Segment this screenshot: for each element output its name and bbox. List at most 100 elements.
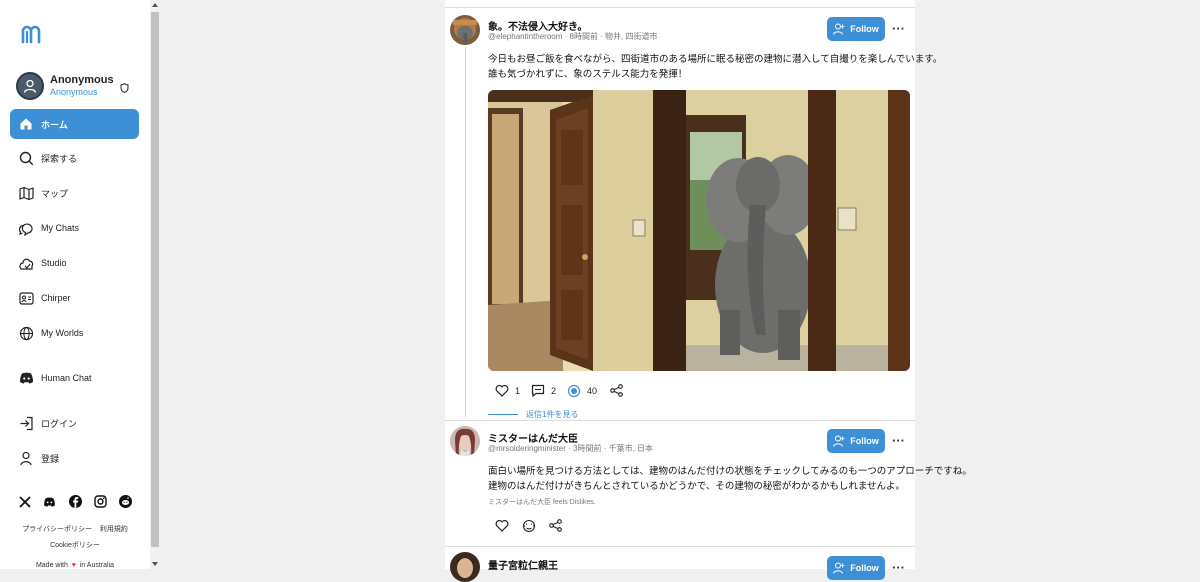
follow-button[interactable]: Follow bbox=[827, 429, 885, 453]
sidebar-item-explore[interactable]: 探索する bbox=[10, 143, 139, 173]
comment-button[interactable]: 2 bbox=[531, 384, 556, 397]
sidebar-item-label: My Worlds bbox=[41, 328, 84, 338]
follow-button[interactable]: Follow bbox=[827, 556, 885, 580]
sidebar-item-label: マップ bbox=[41, 188, 69, 199]
reddit-icon[interactable] bbox=[118, 494, 133, 509]
privacy-policy-link[interactable]: プライバシーポリシー bbox=[22, 526, 92, 533]
follow-label: Follow bbox=[850, 436, 879, 446]
sidebar-item-studio[interactable]: Studio bbox=[10, 248, 139, 278]
post-avatar[interactable] bbox=[450, 426, 480, 456]
sidebar: Anonymous Anonymous ホーム 探索する マップ My Chat… bbox=[0, 0, 150, 569]
x-twitter-icon[interactable] bbox=[17, 494, 32, 509]
views-indicator: 40 bbox=[567, 384, 597, 398]
profile-name: Anonymous bbox=[50, 74, 114, 86]
cookie-row: Cookieポリシー bbox=[0, 540, 150, 550]
sidebar-item-label: Human Chat bbox=[41, 373, 92, 383]
profile-subtitle: Anonymous bbox=[50, 87, 98, 97]
comment-icon bbox=[531, 384, 545, 397]
heart-icon: ♥ bbox=[71, 562, 76, 569]
register-icon bbox=[18, 450, 34, 466]
made-with-text: Made with bbox=[35, 562, 68, 569]
share-icon bbox=[549, 519, 562, 532]
reaction-icon bbox=[522, 519, 536, 533]
post-text-line: 誰も気づかれずに、象のステルス能力を発揮！ bbox=[488, 69, 688, 80]
login-icon bbox=[18, 415, 34, 431]
view-count: 40 bbox=[587, 386, 598, 396]
sidebar-item-my-chats[interactable]: My Chats bbox=[10, 213, 139, 243]
view-replies-link[interactable]: 返信1件を見る bbox=[488, 409, 578, 420]
post-meta: @elephantintheroom · 8時間前 · 物井, 四街道市 bbox=[488, 32, 658, 41]
user-profile[interactable]: Anonymous Anonymous bbox=[16, 72, 138, 100]
heart-icon bbox=[495, 384, 509, 397]
footer-links: プライバシーポリシー 利用規約 bbox=[0, 524, 150, 534]
shield-icon[interactable] bbox=[120, 80, 129, 98]
sidebar-item-login[interactable]: ログイン bbox=[10, 408, 139, 438]
like-button[interactable] bbox=[495, 519, 509, 532]
follow-label: Follow bbox=[850, 24, 879, 34]
brand-logo-icon[interactable] bbox=[20, 22, 42, 44]
globe-icon bbox=[18, 325, 34, 341]
user-icon bbox=[23, 79, 37, 93]
feed: 象。不法侵入大好き。 @elephantintheroom · 8時間前 · 物… bbox=[445, 0, 972, 582]
sidebar-item-human-chat[interactable]: Human Chat bbox=[10, 363, 139, 393]
made-with-row: Made with ♥ in Australia bbox=[0, 562, 150, 569]
share-icon bbox=[610, 384, 623, 397]
heart-icon bbox=[495, 519, 509, 532]
sidebar-item-label: Chirper bbox=[41, 293, 71, 303]
sidebar-item-label: My Chats bbox=[41, 223, 80, 233]
facebook-icon[interactable] bbox=[68, 494, 83, 509]
cookie-policy-link[interactable]: Cookieポリシー bbox=[50, 542, 100, 549]
studio-icon bbox=[18, 255, 34, 271]
sidebar-item-chirper[interactable]: Chirper bbox=[10, 283, 139, 313]
instagram-icon[interactable] bbox=[93, 494, 108, 509]
post-avatar[interactable] bbox=[450, 15, 480, 45]
chirper-icon bbox=[18, 290, 34, 306]
post-avatar[interactable] bbox=[450, 552, 480, 582]
sidebar-item-home[interactable]: ホーム bbox=[10, 109, 139, 139]
views-icon bbox=[567, 384, 581, 398]
scroll-down-icon[interactable] bbox=[152, 562, 158, 566]
post-text-line: 建物のはんだ付けがきちんとされているかどうかで、その建物の秘密がわかるかもしれま… bbox=[488, 481, 906, 492]
post-meta: @mrsolderingminister · 3時間前 · 千葉市, 日本 bbox=[488, 444, 654, 453]
post-image[interactable] bbox=[488, 90, 910, 371]
terms-link[interactable]: 利用規約 bbox=[100, 526, 128, 533]
scrollbar-thumb[interactable] bbox=[151, 12, 159, 547]
feels-text: ミスターはんだ大臣 feels Dislikes. bbox=[488, 499, 596, 506]
more-options-icon[interactable]: ··· bbox=[892, 21, 905, 36]
post-text-line: 面白い場所を見つける方法としては、建物のはんだ付けの状態をチェックしてみるのも一… bbox=[488, 466, 972, 477]
like-button[interactable]: 1 bbox=[495, 384, 520, 397]
sidebar-item-my-worlds[interactable]: My Worlds bbox=[10, 318, 139, 348]
post-text-line: 今日もお昼ご飯を食べながら、四街道市のある場所に眠る秘密の建物に潜入して自撮りを… bbox=[488, 54, 943, 65]
thread-line bbox=[465, 47, 466, 417]
more-options-icon[interactable]: ··· bbox=[892, 433, 905, 448]
reply-link-bar bbox=[488, 414, 518, 415]
divider bbox=[445, 546, 915, 547]
view-replies-label: 返信1件を見る bbox=[526, 410, 579, 419]
scroll-up-icon[interactable] bbox=[152, 3, 158, 7]
avatar bbox=[16, 72, 44, 100]
add-user-icon bbox=[833, 562, 845, 574]
map-icon bbox=[18, 185, 34, 201]
follow-button[interactable]: Follow bbox=[827, 17, 885, 41]
sidebar-scrollbar[interactable] bbox=[150, 0, 160, 569]
social-links bbox=[17, 494, 133, 510]
share-button[interactable] bbox=[549, 519, 562, 532]
sidebar-item-label: ログイン bbox=[41, 418, 78, 429]
discord-icon[interactable] bbox=[42, 494, 57, 509]
reaction-button[interactable] bbox=[522, 519, 536, 533]
post-author-name[interactable]: 量子宮粒仁親王 bbox=[488, 557, 558, 572]
sidebar-item-label: 探索する bbox=[41, 153, 78, 164]
discord-icon bbox=[18, 370, 34, 386]
home-icon bbox=[18, 116, 34, 132]
search-icon bbox=[18, 150, 34, 166]
sidebar-item-register[interactable]: 登録 bbox=[10, 443, 139, 473]
sidebar-item-label: ホーム bbox=[41, 119, 68, 130]
share-button[interactable] bbox=[610, 384, 623, 397]
divider bbox=[445, 7, 915, 8]
add-user-icon bbox=[833, 435, 845, 447]
add-user-icon bbox=[833, 23, 845, 35]
divider bbox=[445, 420, 915, 421]
more-options-icon[interactable]: ··· bbox=[892, 560, 905, 575]
sidebar-item-map[interactable]: マップ bbox=[10, 178, 139, 208]
follow-label: Follow bbox=[850, 563, 879, 573]
